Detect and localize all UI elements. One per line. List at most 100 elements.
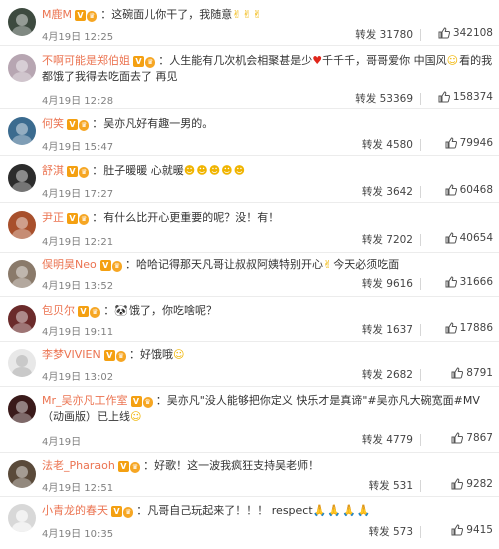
victory-emoji-icon: ✌✌✌	[232, 8, 263, 21]
like-button[interactable]: 17886	[445, 322, 493, 334]
username[interactable]: 舒淇	[42, 164, 64, 177]
username[interactable]: 俣明昊Neo	[42, 258, 97, 271]
like-button[interactable]: 79946	[445, 137, 493, 149]
thumbs-up-icon	[445, 137, 457, 149]
verified-icon: V	[103, 350, 115, 361]
thumbs-up-icon	[451, 524, 464, 536]
comment-date: 4月19日 19:11	[42, 327, 114, 338]
comment-row: 尹正 V ♛ ：有什么比开心更重要的呢？没！有！ 4月19日 12:21 转发 720…	[0, 203, 499, 253]
repost-count[interactable]: 转发 4580	[362, 137, 413, 152]
vip-level-icon: ♛	[129, 462, 141, 473]
comment-text: 饿了，你吃啥呢？	[128, 304, 217, 317]
comment-text: 这碗面儿你干了，我随意	[111, 8, 233, 21]
vip-level-icon: ♛	[79, 214, 90, 225]
like-button[interactable]: 342108	[438, 27, 493, 39]
avatar[interactable]	[8, 395, 36, 423]
thumbs-up-icon	[438, 27, 450, 39]
repost-count[interactable]: 转发 9616	[362, 276, 413, 291]
like-count: 7867	[466, 432, 493, 444]
comment-row: Mr_吴亦凡工作室 V ♛ ：吴亦凡"没人能够把你定义 快乐才是真谛"#吴亦凡大碗宽面…	[0, 387, 499, 453]
vip-level-icon: ♛	[79, 167, 90, 178]
thumbs-up-icon	[445, 232, 457, 244]
avatar[interactable]	[8, 211, 36, 239]
thumbs-up-icon	[451, 432, 464, 444]
username[interactable]: 何笑	[42, 117, 64, 130]
comment-text-2: 千千千，哥哥爱你 中国风	[322, 54, 447, 67]
avatar[interactable]	[8, 504, 36, 532]
username[interactable]: 不啊可能是郑伯姐	[42, 54, 130, 67]
smile-emoji-icon: ☺	[446, 54, 460, 67]
comment-text: 有什么比开心更重要的呢？没！有！	[103, 211, 280, 224]
comment-text: 人生能有几次机会相聚甚是少	[169, 54, 313, 67]
repost-count[interactable]: 转发 7202	[362, 232, 413, 247]
repost-count[interactable]: 转发 1637	[362, 322, 413, 337]
username[interactable]: 李梦VIVIEN	[42, 348, 101, 361]
comment-feed: M鹿M V ♛ ：这碗面儿你干了，我随意✌✌✌ 4月19日 12:25 转发 3178…	[0, 0, 499, 549]
verified-icon: V	[111, 506, 122, 517]
verified-icon: V	[130, 396, 142, 407]
username[interactable]: 包贝尔	[42, 304, 75, 317]
like-button[interactable]: 9282	[451, 478, 493, 490]
username[interactable]: 小青龙的春天	[42, 504, 108, 517]
avatar[interactable]	[8, 305, 36, 333]
like-count: 9282	[466, 478, 493, 490]
repost-count[interactable]: 转发 31780	[355, 27, 413, 42]
vip-level-icon: ♛	[90, 307, 101, 318]
comment-date: 4月19日 13:52	[42, 281, 114, 292]
repost-count[interactable]: 转发 53369	[355, 91, 413, 106]
smile-emoji-icon: ☺	[130, 410, 143, 423]
like-button[interactable]: 60468	[445, 184, 493, 196]
like-button[interactable]: 8791	[451, 367, 493, 379]
like-count: 17886	[459, 322, 493, 334]
repost-count[interactable]: 转发 531	[369, 478, 413, 493]
avatar[interactable]	[8, 260, 36, 288]
like-button[interactable]: 40654	[445, 232, 493, 244]
avatar[interactable]	[8, 460, 36, 488]
comment-text: 吴亦凡好有趣一男的。	[103, 117, 214, 130]
comment-text: 好歌！这一波我疯狂支持吴老师！	[154, 459, 320, 472]
like-count: 79946	[459, 137, 493, 149]
thumbs-up-icon	[445, 184, 457, 196]
username[interactable]: Mr_吴亦凡工作室	[42, 394, 128, 407]
avatar[interactable]	[8, 117, 36, 145]
like-button[interactable]: 31666	[445, 276, 493, 288]
thumbs-up-icon	[451, 367, 464, 379]
repost-count[interactable]: 转发 4779	[362, 432, 413, 447]
repost-count[interactable]: 转发 573	[369, 524, 413, 539]
like-button[interactable]: 158374	[438, 91, 493, 103]
like-count: 8791	[466, 367, 493, 379]
like-count: 342108	[452, 27, 493, 39]
like-count: 9415	[466, 524, 493, 536]
repost-count[interactable]: 转发 2682	[362, 367, 413, 382]
like-count: 31666	[459, 276, 493, 288]
username[interactable]: M鹿M	[42, 8, 72, 21]
like-count: 60468	[459, 184, 493, 196]
verified-icon: V	[67, 119, 78, 130]
comment-date: 4月19日	[42, 437, 82, 448]
comment-date: 4月19日 10:35	[42, 529, 114, 540]
comment-row: 李梦VIVIEN V ♛ ：好饿哦☺ 4月19日 13:02 转发 2682 8791	[0, 342, 499, 387]
thumbs-up-icon	[445, 276, 457, 288]
comment-row: 不啊可能是郑伯姐 V ♛ ：人生能有几次机会相聚甚是少♥千千千，哥哥爱你 中国风☺看的…	[0, 46, 499, 109]
like-button[interactable]: 7867	[451, 432, 493, 444]
comment-row: M鹿M V ♛ ：这碗面儿你干了，我随意✌✌✌ 4月19日 12:25 转发 3178…	[0, 0, 499, 46]
smile-emoji-icon: ☺	[173, 348, 186, 361]
comment-row: 何笑 V ♛ ：吴亦凡好有趣一男的。 4月19日 15:47 转发 4580 7994…	[0, 109, 499, 156]
thumbs-up-icon	[451, 478, 464, 490]
username[interactable]: 法老_Pharaoh	[42, 459, 115, 472]
victory-emoji-icon: ✌	[323, 258, 334, 271]
avatar[interactable]	[8, 164, 36, 192]
avatar[interactable]	[8, 54, 36, 82]
repost-count[interactable]: 转发 3642	[362, 184, 413, 199]
avatar[interactable]	[8, 349, 36, 377]
comment-row: 小青龙的春天 V ♛ ：凡哥自己玩起来了！！！ respect🙏🙏🙏🙏 4月19日 1…	[0, 497, 499, 549]
avatar[interactable]	[8, 8, 36, 36]
like-button[interactable]: 9415	[451, 524, 493, 536]
comment-date: 4月19日 12:28	[42, 96, 114, 107]
verified-icon: V	[74, 10, 86, 21]
panda-emoji-icon: 🐼	[114, 304, 129, 317]
vip-level-icon: ♛	[79, 120, 90, 131]
like-count: 158374	[452, 91, 493, 103]
username[interactable]: 尹正	[42, 211, 64, 224]
comment-text: 肚子暖暖 心就暖	[103, 164, 184, 177]
